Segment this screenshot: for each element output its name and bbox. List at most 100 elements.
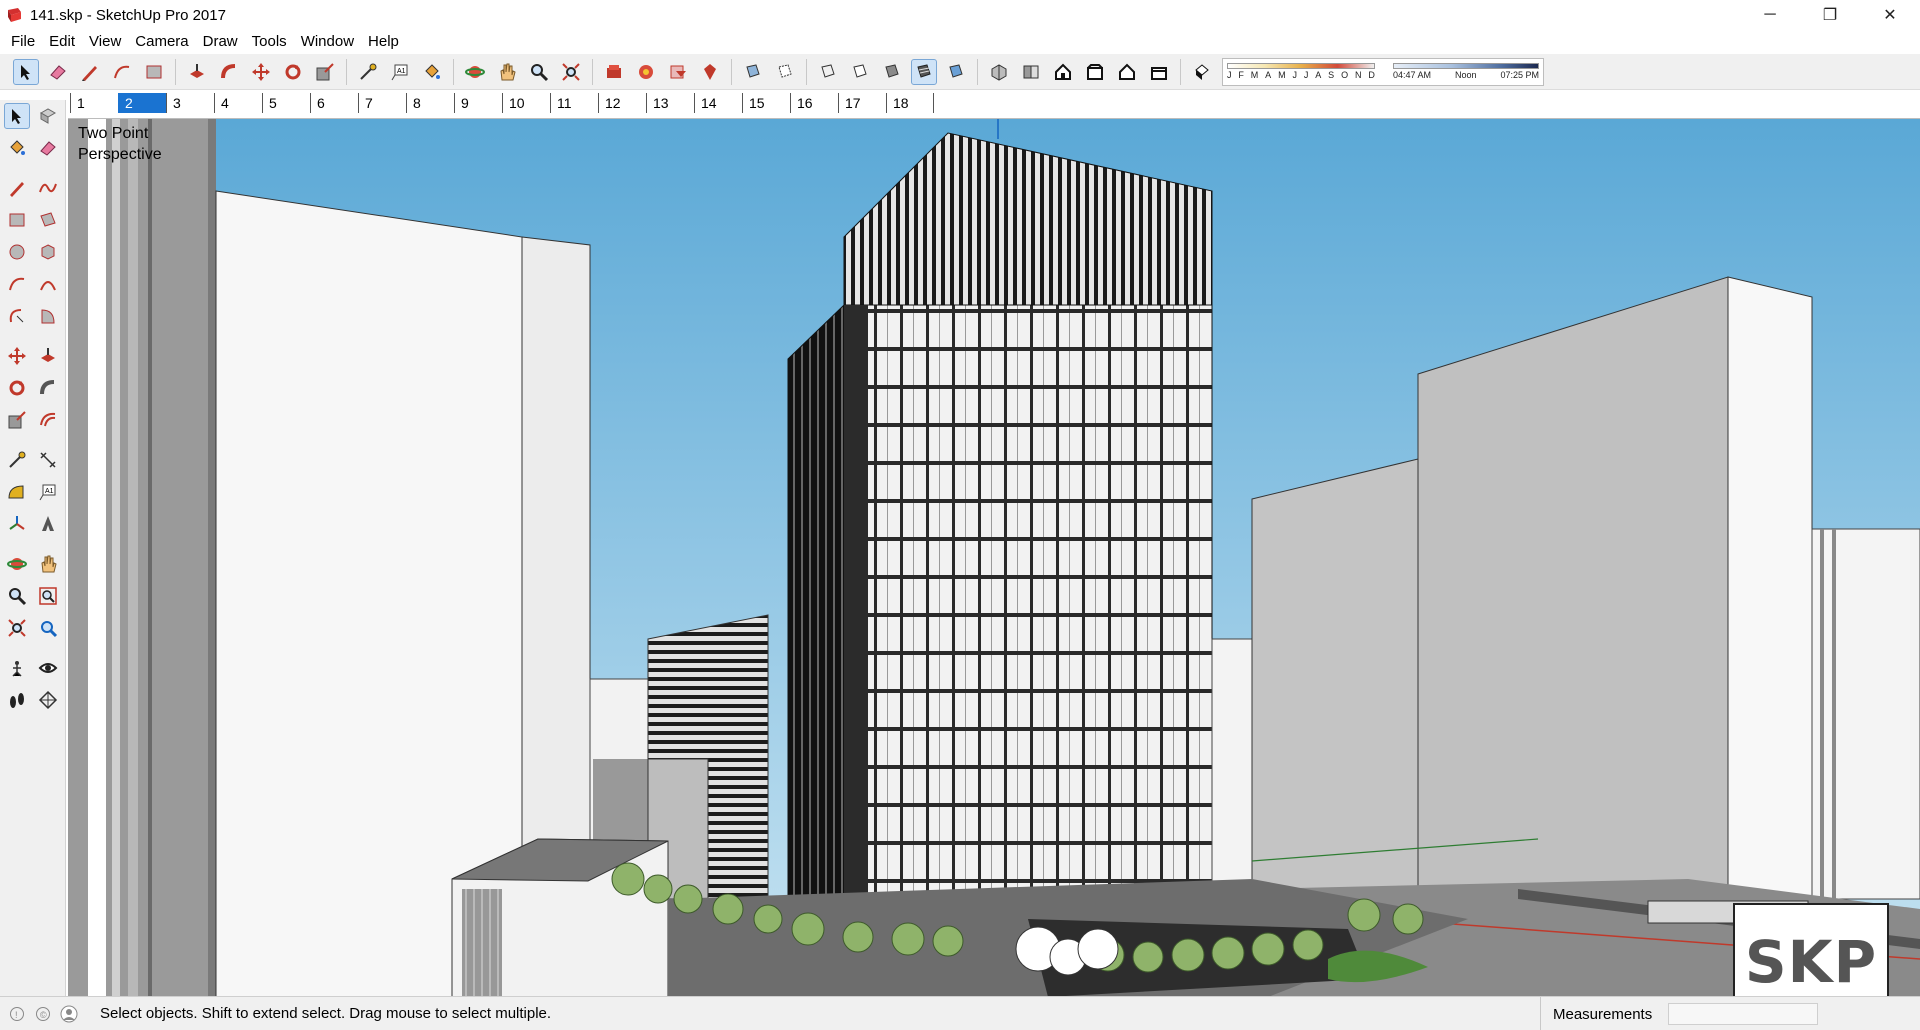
- scene-tab-14[interactable]: 14: [694, 93, 742, 113]
- top-view-icon[interactable]: [1018, 59, 1044, 85]
- walk-icon[interactable]: [4, 687, 30, 713]
- rotated-rectangle-icon[interactable]: [35, 207, 61, 233]
- wireframe-icon[interactable]: [815, 59, 841, 85]
- two-point-arc-icon[interactable]: [35, 271, 61, 297]
- zoom-extents-icon[interactable]: [4, 615, 30, 641]
- scene-tab-18[interactable]: 18: [886, 93, 934, 113]
- scale-icon[interactable]: [4, 407, 30, 433]
- 3d-text-icon[interactable]: [35, 511, 61, 537]
- follow-me-icon[interactable]: [216, 59, 242, 85]
- orbit-icon[interactable]: [4, 551, 30, 577]
- text-icon[interactable]: A1: [387, 59, 413, 85]
- tape-measure-icon[interactable]: [4, 447, 30, 473]
- text-icon[interactable]: A1: [35, 479, 61, 505]
- pencil-line-icon[interactable]: [77, 59, 103, 85]
- paint-bucket-icon[interactable]: [4, 135, 30, 161]
- shaded-icon[interactable]: [879, 59, 905, 85]
- section-plane-icon[interactable]: [35, 687, 61, 713]
- rectangle-icon[interactable]: [141, 59, 167, 85]
- previous-view-icon[interactable]: [35, 615, 61, 641]
- position-camera-icon[interactable]: [4, 655, 30, 681]
- extension-manager-icon[interactable]: [697, 59, 723, 85]
- scene-tab-11[interactable]: 11: [550, 93, 598, 113]
- offset-icon[interactable]: [35, 407, 61, 433]
- scene-tab-4[interactable]: 4: [214, 93, 262, 113]
- shadows-toggle-icon[interactable]: [1189, 59, 1215, 85]
- scene-tab-17[interactable]: 17: [838, 93, 886, 113]
- eraser-icon[interactable]: [45, 59, 71, 85]
- paint-bucket-icon[interactable]: [419, 59, 445, 85]
- menu-file[interactable]: File: [4, 33, 42, 50]
- close-button[interactable]: ✕: [1860, 0, 1920, 30]
- arc-icon[interactable]: [4, 271, 30, 297]
- shaded-textures-icon[interactable]: [911, 58, 937, 85]
- scene-tab-12[interactable]: 12: [598, 93, 646, 113]
- look-around-icon[interactable]: [35, 655, 61, 681]
- scene-tab-13[interactable]: 13: [646, 93, 694, 113]
- scale-icon[interactable]: [312, 59, 338, 85]
- user-icon[interactable]: [60, 1005, 78, 1023]
- protractor-icon[interactable]: [4, 479, 30, 505]
- rotate-icon[interactable]: [280, 59, 306, 85]
- scene-tab-5[interactable]: 5: [262, 93, 310, 113]
- scene-tab-16[interactable]: 16: [790, 93, 838, 113]
- menu-help[interactable]: Help: [361, 33, 406, 50]
- menu-view[interactable]: View: [82, 33, 128, 50]
- 3d-warehouse-icon[interactable]: [601, 59, 627, 85]
- menu-camera[interactable]: Camera: [128, 33, 195, 50]
- extension-warehouse-icon[interactable]: [633, 59, 659, 85]
- shadow-time-slider[interactable]: 04:47 AM Noon 07:25 PM: [1393, 63, 1539, 80]
- restore-button[interactable]: ❐: [1800, 0, 1860, 30]
- component-icon[interactable]: [35, 103, 61, 129]
- eraser-icon[interactable]: [35, 135, 61, 161]
- tape-measure-icon[interactable]: [355, 59, 381, 85]
- zoom-icon[interactable]: [526, 59, 552, 85]
- zoom-extents-icon[interactable]: [558, 59, 584, 85]
- pan-icon[interactable]: [494, 59, 520, 85]
- front-view-icon[interactable]: [1050, 59, 1076, 85]
- zoom-icon[interactable]: [4, 583, 30, 609]
- axes-icon[interactable]: [4, 511, 30, 537]
- line-icon[interactable]: [4, 175, 30, 201]
- geo-location-icon[interactable]: !: [8, 1005, 26, 1023]
- layout-icon[interactable]: [665, 59, 691, 85]
- move-icon[interactable]: [4, 343, 30, 369]
- rotate-icon[interactable]: [4, 375, 30, 401]
- menu-edit[interactable]: Edit: [42, 33, 82, 50]
- credits-icon[interactable]: ©: [34, 1005, 52, 1023]
- pie-icon[interactable]: [35, 303, 61, 329]
- back-edges-icon[interactable]: [772, 59, 798, 85]
- menu-draw[interactable]: Draw: [196, 33, 245, 50]
- scene-tab-8[interactable]: 8: [406, 93, 454, 113]
- scene-tab-3[interactable]: 3: [166, 93, 214, 113]
- model-viewport[interactable]: Two Point Perspective: [68, 118, 1920, 996]
- select-icon[interactable]: [4, 103, 31, 129]
- scene-tab-9[interactable]: 9: [454, 93, 502, 113]
- monochrome-icon[interactable]: [943, 59, 969, 85]
- menu-window[interactable]: Window: [294, 33, 361, 50]
- scene-tab-7[interactable]: 7: [358, 93, 406, 113]
- scene-tab-10[interactable]: 10: [502, 93, 550, 113]
- orbit-icon[interactable]: [462, 59, 488, 85]
- xray-icon[interactable]: [740, 59, 766, 85]
- scene-tab-1[interactable]: 1: [70, 93, 118, 113]
- right-view-icon[interactable]: [1082, 59, 1108, 85]
- zoom-window-icon[interactable]: [35, 583, 61, 609]
- shadow-month-slider[interactable]: J F M A M J J A S O N D: [1227, 63, 1375, 80]
- scene-tab-2[interactable]: 2: [118, 93, 166, 113]
- hidden-line-icon[interactable]: [847, 59, 873, 85]
- push-pull-icon[interactable]: [184, 59, 210, 85]
- back-view-icon[interactable]: [1114, 59, 1140, 85]
- push-pull-icon[interactable]: [35, 343, 61, 369]
- minimize-button[interactable]: ─: [1740, 0, 1800, 30]
- circle-icon[interactable]: [4, 239, 30, 265]
- three-point-arc-icon[interactable]: [4, 303, 30, 329]
- left-view-icon[interactable]: [1146, 59, 1172, 85]
- menu-tools[interactable]: Tools: [245, 33, 294, 50]
- polygon-icon[interactable]: [35, 239, 61, 265]
- select-icon[interactable]: [13, 58, 39, 85]
- rectangle-icon[interactable]: [4, 207, 30, 233]
- freehand-icon[interactable]: [35, 175, 61, 201]
- dimension-icon[interactable]: [35, 447, 61, 473]
- pan-icon[interactable]: [35, 551, 61, 577]
